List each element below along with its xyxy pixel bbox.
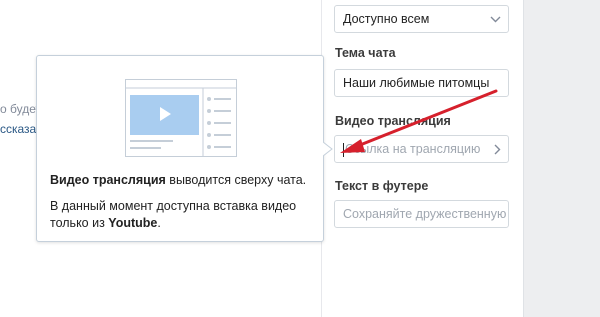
chevron-down-icon [490,6,501,32]
footer-text-label: Текст в футере [335,179,429,193]
partial-text-line-1: о будет [0,102,41,116]
tooltip-line-1-rest: выводится сверху чата. [165,173,307,187]
video-stream-label: Видео трансляция [335,114,451,128]
tooltip-text-line-2: В данный момент доступна вставка видео [50,199,297,213]
chat-topic-input[interactable]: Наши любимые питомцы [334,69,509,97]
video-stream-input[interactable]: Ссылка на трансляцию [334,135,509,163]
text-caret [343,143,344,157]
video-stream-tooltip: Видео трансляция выводится сверху чата. … [36,55,324,242]
video-stream-placeholder: Ссылка на трансляцию [345,142,481,156]
tooltip-line-3-suffix: . [157,216,161,230]
chevron-right-icon[interactable] [494,136,501,162]
footer-text-placeholder: Сохраняйте дружественную а [343,207,509,221]
visibility-select-value: Доступно всем [343,12,430,26]
chat-topic-label: Тема чата [335,46,396,60]
chat-settings-panel: Доступно всем Тема чата Наши любимые пит… [321,0,524,317]
tooltip-line-3-prefix: только из [50,216,109,230]
page-background-right [523,0,600,317]
chat-topic-value: Наши любимые питомцы [343,76,490,90]
tooltip-text-line-1: Видео трансляция выводится сверху чата. [50,172,315,188]
video-preview-icon [125,79,237,162]
visibility-select[interactable]: Доступно всем [334,5,509,33]
tooltip-bold-term: Видео трансляция [50,173,166,187]
footer-text-input[interactable]: Сохраняйте дружественную а [334,200,509,228]
partial-link-text[interactable]: ссказа [0,122,36,136]
tooltip-text-line-3: только из Youtube. [50,215,315,231]
tooltip-youtube-term: Youtube [108,216,158,230]
tooltip-pointer [323,142,333,156]
